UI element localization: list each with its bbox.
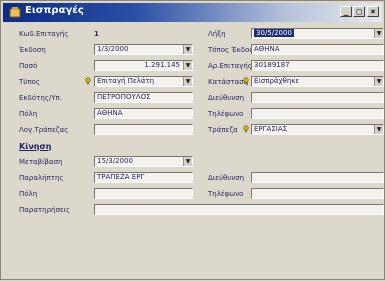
lightbulb-icon [243,77,249,85]
poso-value: 1.291.145 [144,61,180,69]
kod-value: 1 [94,30,99,38]
kod-label: Κωδ.Επιταγής [19,30,69,38]
katastasi-value: Εισπράχθηκε [254,77,300,85]
ekdosi-label: Έκδοση [19,46,46,54]
metavivasi-date-input[interactable]: 15/3/2000 ▼ [94,156,193,167]
window-title: Εισπραγές [25,5,84,16]
dieuthynsi-label: Διεύθυνση [208,94,245,102]
kinisi-poli-label: Πόλη [19,190,38,198]
chevron-down-icon[interactable]: ▼ [183,45,192,54]
typos-select[interactable]: Επιταγή Πελάτη ▼ [94,76,193,87]
kinisi-tilefono-input[interactable] [251,188,384,199]
tilefono-input[interactable] [251,108,384,119]
poli-label: Πόλη [19,110,38,118]
paralipti-input[interactable]: ΤΡΑΠΕΖΑ ΕΡΓ [94,172,193,183]
paratiriseis-label: Παρατηρήσεις [19,206,71,214]
paratiriseis-input[interactable] [94,204,384,215]
lixi-value: 30/5/2000 [254,29,294,37]
metavivasi-label: Μεταβίβαση [19,158,63,166]
dialog-window: Εισπραγές _ □ × Κωδ.Επιταγής 1 Λήξη 30/5… [0,0,385,280]
ekdotis-label: Εκδότης/Υπ. [19,94,62,102]
topos-input[interactable]: ΑΘΗΝΑ [251,44,384,55]
poli-input[interactable]: ΑΘΗΝΑ [94,108,193,119]
chevron-down-icon[interactable]: ▼ [374,77,383,86]
logtrap-input[interactable] [94,124,193,135]
chevron-down-icon[interactable]: ▼ [374,29,383,38]
kinisi-poli-input[interactable] [94,188,193,199]
paralipti-label: Παραλήπτης [19,174,64,182]
topos-value: ΑΘΗΝΑ [254,45,280,53]
ekdotis-input[interactable]: ΠΕΤΡΟΠΟΥΛΟΣ [94,92,193,103]
close-button[interactable]: × [367,6,379,17]
arith-value: 30189187 [254,61,290,69]
dieuthynsi-input[interactable] [251,92,384,103]
ekdotis-value: ΠΕΤΡΟΠΟΥΛΟΣ [97,93,151,101]
typos-value: Επιταγή Πελάτη [97,77,155,85]
kinisi-dieuthynsi-label: Διεύθυνση [208,174,245,182]
lightbulb-icon [243,125,249,133]
kinisi-tilefono-label: Τηλέφωνο [208,190,244,198]
lixi-label: Λήξη [208,30,226,38]
window-icon [9,7,21,18]
lixi-date-input[interactable]: 30/5/2000 ▼ [251,28,384,39]
chevron-down-icon[interactable]: ▼ [183,77,192,86]
title-bar[interactable]: Εισπραγές _ □ × [3,3,382,22]
arith-label: Αρ.Επιταγής [208,62,252,70]
trapeza-select[interactable]: ΕΡΓΑΣΙΑΣ ▼ [251,124,384,135]
poso-label: Ποσό [19,62,38,70]
ekdosi-date-input[interactable]: 1/3/2000 ▼ [94,44,193,55]
tilefono-label: Τηλέφωνο [208,110,244,118]
logtrap-label: Λογ.Τράπεζας [19,126,69,134]
chevron-down-icon[interactable]: ▼ [183,61,192,70]
chevron-down-icon[interactable]: ▼ [374,125,383,134]
trapeza-label: Τράπεζα [208,126,238,134]
trapeza-value: ΕΡΓΑΣΙΑΣ [254,125,288,133]
poli-value: ΑΘΗΝΑ [97,109,123,117]
minimize-button[interactable]: _ [340,6,352,17]
arith-input[interactable]: 30189187 [251,60,384,71]
kinisi-section-title: Κίνηση [19,142,52,151]
poso-input[interactable]: 1.291.145 ▼ [94,60,193,71]
typos-label: Τύπος [19,78,40,86]
ekdosi-value: 1/3/2000 [97,45,129,53]
kinisi-dieuthynsi-input[interactable] [251,172,384,183]
katastasi-select[interactable]: Εισπράχθηκε ▼ [251,76,384,87]
paralipti-value: ΤΡΑΠΕΖΑ ΕΡΓ [97,173,145,181]
lightbulb-icon [85,77,91,85]
metavivasi-value: 15/3/2000 [97,157,133,165]
maximize-button[interactable]: □ [353,6,365,17]
chevron-down-icon[interactable]: ▼ [183,157,192,166]
